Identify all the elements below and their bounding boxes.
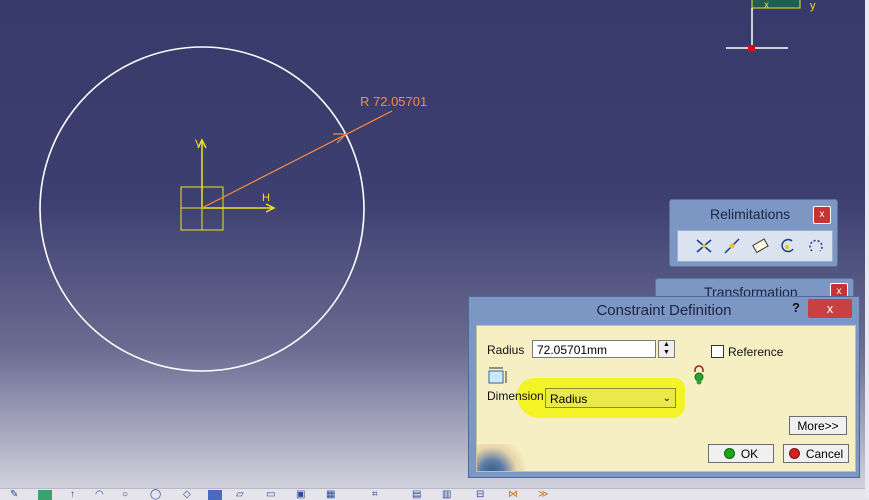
cancel-button[interactable]: Cancel — [783, 444, 849, 463]
dimension-label: Dimension — [487, 389, 544, 403]
spinner-down-icon[interactable]: ▼ — [659, 349, 674, 357]
dialog-close-button[interactable]: x — [808, 299, 852, 318]
dimension-select[interactable]: Radius ⌄ — [545, 388, 676, 408]
reference-checkbox[interactable] — [711, 345, 724, 358]
radius-dimension-label[interactable]: R 72.05701 — [360, 94, 427, 109]
relimitations-close-button[interactable]: x — [813, 206, 831, 224]
relimitations-title: Relimitations — [710, 206, 791, 222]
ok-icon — [723, 448, 735, 460]
ok-label: OK — [740, 447, 759, 461]
relimitations-icon-strip — [677, 230, 833, 262]
constraint-definition-dialog[interactable]: Constraint Definition ? x Radius 72.0570… — [468, 296, 860, 478]
h-axis — [202, 203, 276, 213]
radius-label: Radius — [487, 343, 525, 357]
chevron-down-icon[interactable]: ⌄ — [663, 389, 671, 409]
compass-icon — [726, 0, 801, 52]
catia-logo-icon — [477, 444, 527, 471]
dialog-title: Constraint Definition — [596, 302, 732, 319]
compass-y-label: y — [810, 0, 816, 12]
v-axis — [197, 138, 207, 208]
h-axis-label: H — [262, 192, 270, 204]
radius-input[interactable]: 72.05701mm — [532, 340, 656, 358]
close-arc-icon[interactable] — [778, 237, 798, 255]
spinner-up-icon[interactable]: ▲ — [659, 341, 674, 349]
v-axis-label: V — [195, 138, 203, 150]
bottom-toolbar: ✎ ↑ ◠ ○ ◯ ◇ ▱ ▭ ▣ ▦ ⌗ ▤ ▥ ⊟ ⋈ ≫ — [0, 488, 869, 500]
more-button[interactable]: More>> — [789, 416, 847, 435]
dialog-body: Radius 72.05701mm ▲ ▼ Reference Dimensio… — [476, 325, 856, 472]
quick-trim-icon[interactable] — [750, 237, 770, 255]
lock-icon[interactable] — [692, 365, 706, 390]
right-scroll-strip — [865, 0, 869, 499]
relimitations-toolbar[interactable]: Relimitations x — [669, 199, 838, 267]
compass-x-label: x — [764, 0, 769, 11]
help-button[interactable]: ? — [792, 300, 800, 315]
dimension-select-value: Radius — [550, 392, 588, 406]
break-icon[interactable] — [722, 237, 742, 255]
cancel-label: Cancel — [805, 447, 844, 461]
dimension-frame-icon — [487, 366, 509, 391]
reference-label[interactable]: Reference — [728, 345, 783, 359]
complement-icon[interactable] — [806, 237, 826, 255]
trim-icon[interactable] — [694, 237, 714, 255]
cancel-icon — [788, 448, 800, 460]
ok-button[interactable]: OK — [708, 444, 774, 463]
radius-spinner[interactable]: ▲ ▼ — [658, 340, 675, 358]
